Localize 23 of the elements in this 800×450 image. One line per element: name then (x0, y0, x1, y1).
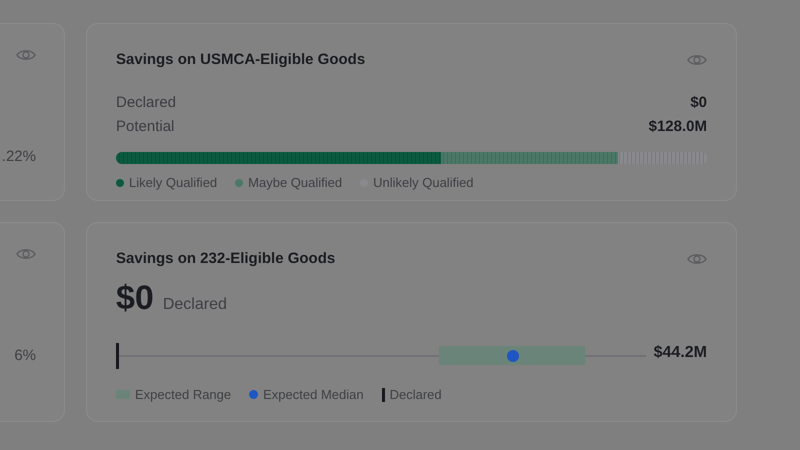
eye-icon[interactable] (687, 252, 707, 266)
eye-icon[interactable] (16, 247, 36, 261)
percent-value: .22% (2, 148, 36, 165)
legend-label: Declared (390, 387, 442, 402)
legend-label: Unlikely Qualified (373, 175, 474, 190)
legend-label: Expected Range (135, 387, 232, 402)
median-dot (249, 390, 258, 399)
amount-label: Declared (162, 296, 227, 314)
legend-label: Likely Qualified (129, 175, 218, 190)
row-value: $0 (690, 94, 707, 111)
eye-icon[interactable] (16, 48, 36, 62)
card-title: Savings on USMCA-Eligible Goods (116, 51, 366, 68)
row-label: Potential (116, 118, 174, 135)
legend-label: Expected Median (263, 387, 364, 402)
declared-amount: $0 (116, 279, 154, 318)
max-value: $44.2M (654, 344, 707, 362)
percent-value: 6% (14, 347, 36, 364)
declared-marker (382, 388, 385, 402)
row-label: Declared (116, 94, 176, 111)
eye-icon[interactable] (687, 52, 707, 66)
legend-label: Maybe Qualified (248, 175, 342, 190)
row-value: $128.0M (648, 118, 707, 135)
card-title: Savings on 232-Eligible Goods (116, 250, 336, 267)
